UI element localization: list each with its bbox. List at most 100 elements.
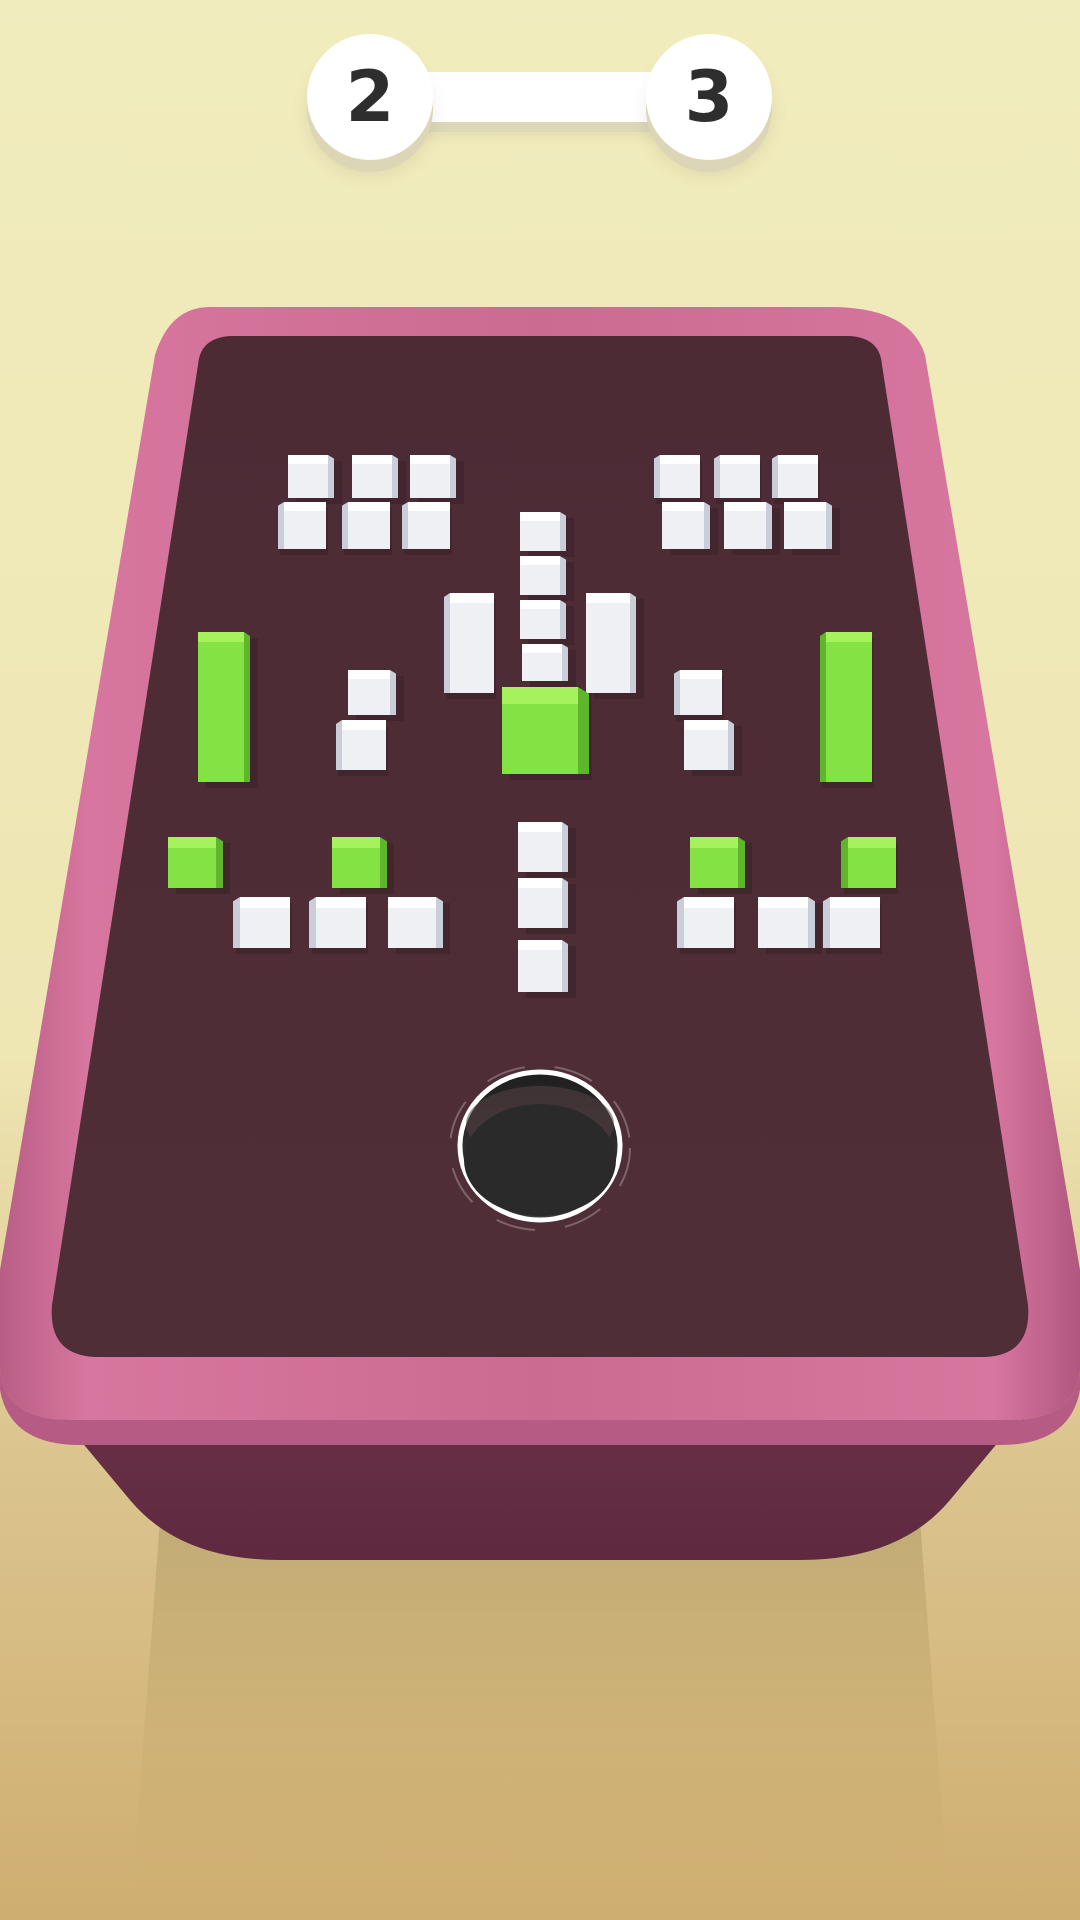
block-top-face [684, 897, 734, 908]
block-side-face [578, 687, 589, 774]
block-front-face [168, 848, 216, 888]
white-cube [278, 502, 328, 555]
block-side-face [560, 512, 566, 551]
white-cube [772, 455, 820, 504]
block-side-face [560, 556, 566, 595]
block-top-face [352, 455, 392, 464]
hole-depth [464, 1104, 616, 1216]
block-front-face [240, 908, 290, 948]
white-cube [586, 593, 644, 699]
block-top-face [240, 897, 290, 908]
block-front-face [778, 464, 818, 498]
block-side-face [772, 455, 778, 498]
block-side-face [244, 632, 250, 782]
block-front-face [288, 464, 328, 498]
block-front-face [284, 511, 326, 549]
block-front-face [518, 888, 562, 928]
block-front-face [348, 511, 390, 549]
block-top-face [348, 502, 390, 511]
block-side-face [674, 670, 680, 715]
green-cube [502, 687, 592, 780]
white-cube [444, 593, 496, 699]
white-cube [724, 502, 780, 555]
green-cube [168, 837, 230, 894]
green-cube [820, 632, 874, 788]
block-top-face [660, 455, 700, 464]
white-cube [342, 502, 392, 555]
block-side-face [562, 878, 568, 928]
block-front-face [352, 464, 392, 498]
block-side-face [562, 644, 568, 681]
white-cube [520, 556, 574, 601]
block-top-face [720, 455, 760, 464]
block-top-face [450, 593, 494, 603]
block-top-face [502, 687, 578, 704]
tray-shadow [130, 1520, 950, 1920]
block-top-face [518, 822, 562, 832]
white-cube [662, 502, 718, 555]
white-cube [233, 897, 292, 954]
white-cube [336, 720, 388, 776]
block-side-face [562, 940, 568, 992]
block-top-face [778, 455, 818, 464]
block-top-face [408, 502, 450, 511]
block-side-face [216, 837, 223, 888]
block-side-face [820, 632, 826, 782]
block-side-face [233, 897, 240, 948]
white-cube [674, 670, 724, 721]
block-front-face [660, 464, 700, 498]
block-side-face [402, 502, 408, 549]
white-cube [520, 512, 574, 557]
block-side-face [436, 897, 443, 948]
block-top-face [520, 512, 560, 521]
green-cube [332, 837, 394, 894]
white-cube [288, 455, 342, 504]
block-front-face [388, 908, 436, 948]
block-side-face [278, 502, 284, 549]
block-side-face [562, 822, 568, 872]
block-front-face [198, 642, 244, 782]
white-cube [522, 644, 576, 687]
block-side-face [728, 720, 734, 770]
block-top-face [288, 455, 328, 464]
block-front-face [518, 950, 562, 992]
white-cube [518, 940, 576, 998]
block-top-face [520, 600, 560, 609]
block-side-face [766, 502, 772, 549]
white-cube [352, 455, 406, 504]
block-top-face [724, 502, 766, 511]
block-front-face [520, 609, 560, 639]
block-top-face [848, 837, 896, 848]
block-front-face [520, 565, 560, 595]
block-front-face [522, 653, 562, 681]
block-top-face [758, 897, 808, 908]
block-top-face [830, 897, 880, 908]
block-top-face [784, 502, 826, 511]
block-side-face [380, 837, 387, 888]
green-cube [690, 837, 752, 894]
block-side-face [630, 593, 636, 693]
block-side-face [450, 455, 456, 498]
block-front-face [332, 848, 380, 888]
white-cube [684, 720, 742, 776]
block-side-face [654, 455, 660, 498]
white-cube [309, 897, 368, 954]
block-front-face [410, 464, 450, 498]
block-front-face [518, 832, 562, 872]
block-top-face [410, 455, 450, 464]
block-front-face [408, 511, 450, 549]
white-cube [518, 822, 576, 878]
block-side-face [738, 837, 745, 888]
block-front-face [826, 642, 872, 782]
block-top-face [680, 670, 722, 679]
green-cube [841, 837, 898, 894]
block-top-face [662, 502, 704, 511]
block-front-face [684, 908, 734, 948]
block-front-face [848, 848, 896, 888]
block-top-face [342, 720, 386, 730]
white-cube [784, 502, 840, 555]
block-top-face [388, 897, 436, 908]
block-front-face [662, 511, 704, 549]
block-front-face [724, 511, 766, 549]
white-cube [758, 897, 822, 954]
